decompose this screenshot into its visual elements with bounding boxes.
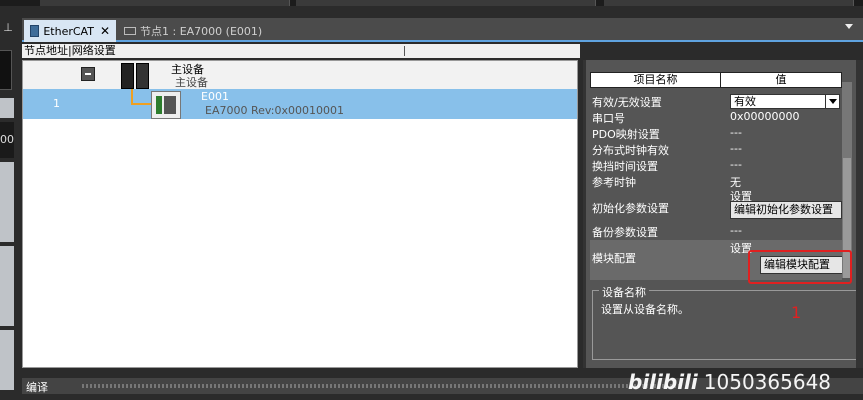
tab-node1[interactable]: 节点1 : EA7000 (E001) xyxy=(118,20,288,42)
property-row-backup[interactable]: 备份参数设置 --- xyxy=(590,224,842,240)
property-row-serial[interactable]: 串口号 0x00000000 xyxy=(590,110,842,126)
property-scrollbar[interactable] xyxy=(842,82,852,278)
property-key: 备份参数设置 xyxy=(592,226,658,239)
plc-block xyxy=(121,63,134,89)
property-row-shift[interactable]: 换挡时间设置 --- xyxy=(590,158,842,174)
tab-label: EtherCAT xyxy=(43,24,94,38)
ethercat-icon xyxy=(30,25,40,37)
property-row-enable[interactable]: 有效/无效设置 有效 xyxy=(590,94,842,110)
build-panel-label: 编译 xyxy=(26,381,48,394)
highlight-annotation xyxy=(748,250,852,284)
connector-line xyxy=(131,103,151,105)
left-panel-block xyxy=(0,98,14,118)
network-header: 节点地址|网络设置 xyxy=(22,44,580,58)
column-header-name: 项目名称 xyxy=(591,73,721,87)
property-value: --- xyxy=(730,224,742,237)
property-key: PDO映射设置 xyxy=(592,128,660,141)
left-panel-block xyxy=(0,162,14,242)
column-header-value: 值 xyxy=(775,73,787,86)
property-key: 串口号 xyxy=(592,112,625,125)
property-key: 换挡时间设置 xyxy=(592,160,658,173)
annotation-number: 1 xyxy=(791,303,802,322)
property-key: 初始化参数设置 xyxy=(592,202,669,215)
left-panel-block xyxy=(0,50,12,90)
master-row[interactable]: 主设备 主设备 xyxy=(23,61,577,89)
left-side-panel: ⊥ 00 xyxy=(0,18,18,400)
description-title: 设备名称 xyxy=(599,284,649,300)
network-config-canvas[interactable]: 主设备 主设备 1 E001 EA7000 Rev:0x00010001 xyxy=(22,60,578,368)
slave-name: E001 xyxy=(201,90,229,103)
chevron-down-icon[interactable] xyxy=(825,95,839,108)
column-splitter[interactable] xyxy=(404,46,405,56)
left-panel-block xyxy=(0,330,14,390)
left-panel-value: 00 xyxy=(0,122,14,158)
master-subname: 主设备 xyxy=(175,76,208,89)
node-address: 1 xyxy=(53,97,60,110)
plc-block xyxy=(136,63,149,89)
property-key: 分布式时钟有效 xyxy=(592,144,669,157)
enable-select[interactable]: 有效 xyxy=(730,94,840,109)
device-body xyxy=(164,96,176,114)
top-toolbar-strip xyxy=(0,0,863,6)
description-box: 设备名称 设置从设备名称。 1 xyxy=(592,284,858,360)
property-value: --- xyxy=(730,126,742,139)
device-led xyxy=(156,96,162,114)
property-value: --- xyxy=(730,158,742,171)
slave-device-icon[interactable] xyxy=(151,91,181,119)
toolbar-segment xyxy=(40,0,290,6)
collapse-icon[interactable] xyxy=(81,67,95,81)
pin-icon[interactable]: ⊥ xyxy=(1,21,15,35)
network-header-label: 节点地址|网络设置 xyxy=(24,44,116,57)
close-icon[interactable]: ✕ xyxy=(100,24,110,38)
property-key: 有效/无效设置 xyxy=(592,96,662,109)
select-value: 有效 xyxy=(734,95,756,108)
app-window: ⊥ 00 EtherCAT ✕ 节点1 : EA7000 (E001) 节点地址… xyxy=(0,0,863,400)
watermark: bilibili 1050365648 xyxy=(628,370,831,394)
left-panel-block xyxy=(0,246,14,326)
description-text: 设置从设备名称。 xyxy=(601,303,689,316)
property-row-pdo[interactable]: PDO映射设置 --- xyxy=(590,126,842,142)
watermark-brand: bilibili xyxy=(628,370,698,394)
property-key: 模块配置 xyxy=(592,252,636,265)
panel-grip xyxy=(82,384,682,388)
toolbar-segment xyxy=(604,0,854,6)
property-panel: 项目名称 值 有效/无效设置 有效 串口号 0x00000000 PDO映射设置… xyxy=(583,60,861,368)
node-icon xyxy=(124,27,136,35)
chevron-down-icon[interactable] xyxy=(845,24,853,29)
tab-label: 节点1 : EA7000 (E001) xyxy=(140,25,263,38)
right-edge-panel xyxy=(856,60,863,368)
property-grid-header: 项目名称 值 xyxy=(590,72,842,88)
tab-ethercat[interactable]: EtherCAT ✕ xyxy=(24,20,116,42)
editor-tab-bar: EtherCAT ✕ 节点1 : EA7000 (E001) xyxy=(22,18,863,42)
toolbar-segment xyxy=(296,0,596,6)
property-row-dc[interactable]: 分布式时钟有效 --- xyxy=(590,142,842,158)
watermark-id: 1050365648 xyxy=(703,370,832,394)
property-row-init-params[interactable]: 初始化参数设置 设置 编辑初始化参数设置 xyxy=(590,188,842,224)
slave-model: EA7000 Rev:0x00010001 xyxy=(205,104,344,117)
property-value: 0x00000000 xyxy=(730,110,800,123)
master-device-icon xyxy=(121,63,151,89)
property-value: --- xyxy=(730,142,742,155)
edit-init-params-button[interactable]: 编辑初始化参数设置 xyxy=(730,201,842,219)
